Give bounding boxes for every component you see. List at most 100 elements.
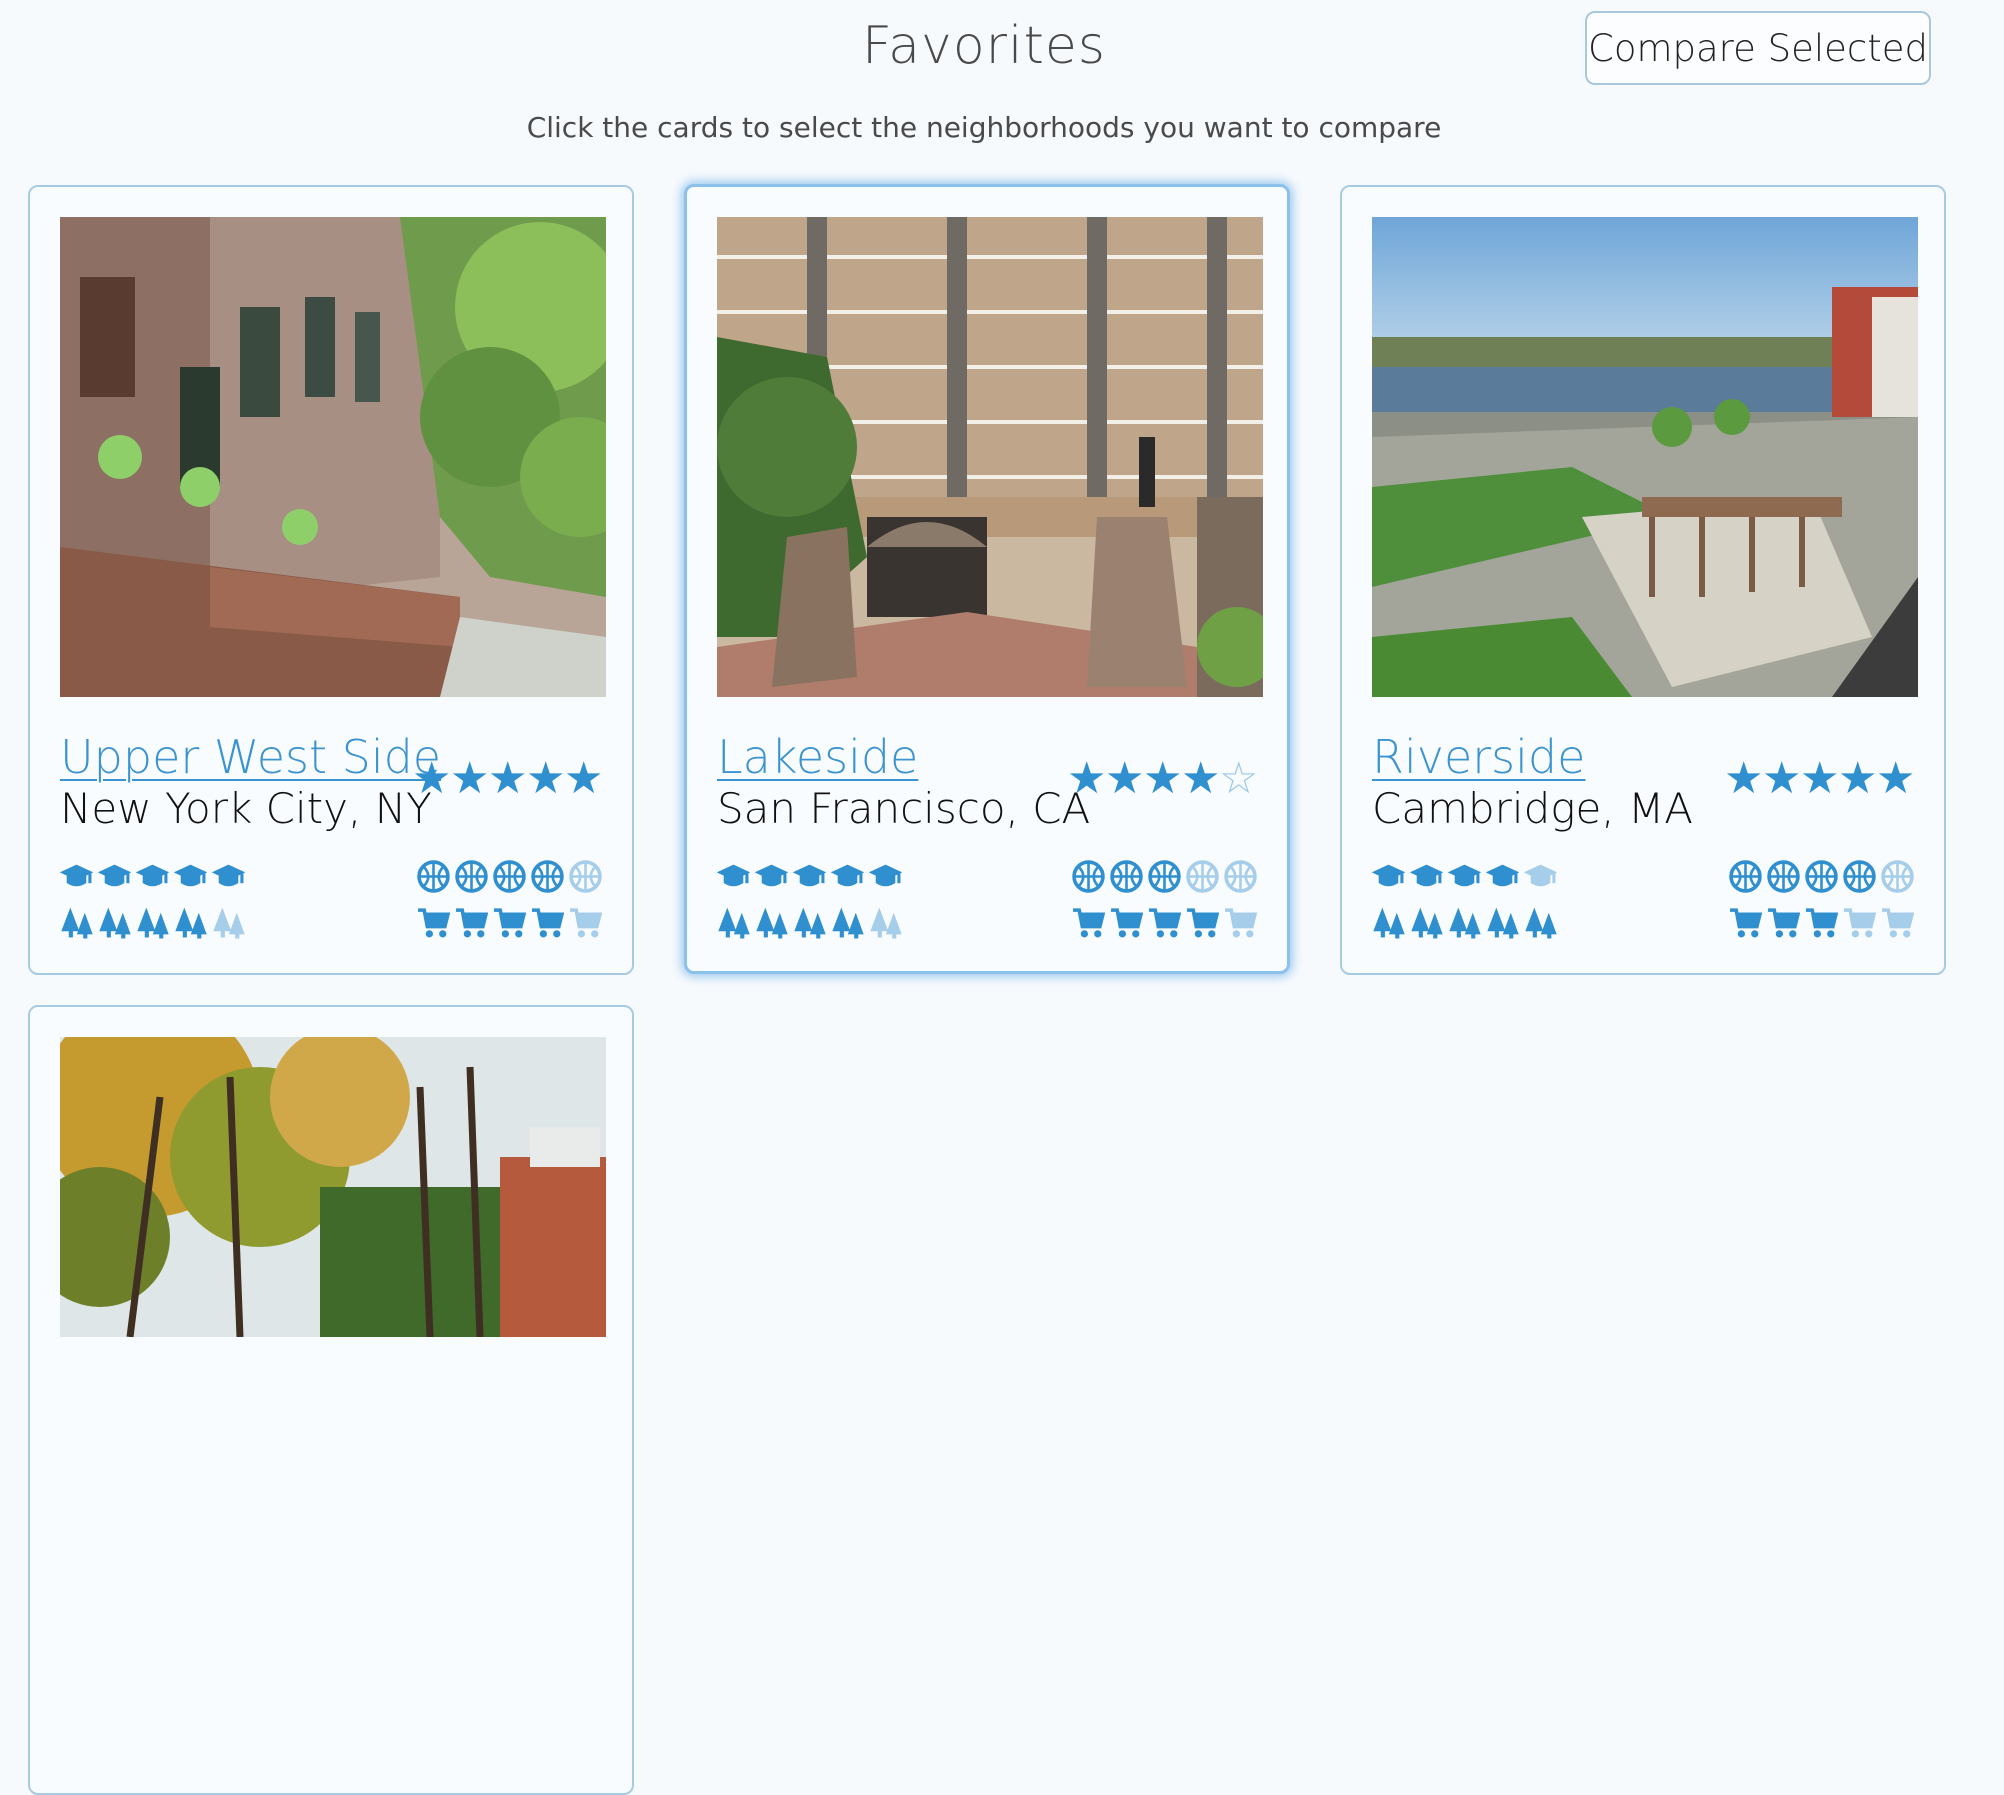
basketball-icon: [1110, 859, 1143, 893]
star-icon: ★: [1838, 753, 1878, 804]
basketball-icon: [1805, 859, 1838, 893]
graduation-cap-icon: [135, 860, 170, 893]
star-icon: ★: [1800, 753, 1840, 804]
tree-icon: [793, 906, 826, 939]
instructions-text: Click the cards to select the neighborho…: [526, 111, 1442, 144]
graduation-cap-icon: [97, 860, 132, 893]
star-icon: ★: [450, 753, 490, 804]
shopping-cart-icon: [569, 906, 603, 939]
shopping-rating: [1072, 905, 1258, 939]
graduation-cap-icon: [1409, 860, 1444, 893]
basketball-icon: [1148, 859, 1181, 893]
basketball-icon: [417, 859, 450, 893]
schools-rating: [1371, 859, 1558, 893]
neighborhood-city: San Francisco, CA: [717, 784, 1091, 833]
basketball-icon: [531, 859, 564, 893]
basketball-icon: [1729, 859, 1762, 893]
basketball-icon: [1843, 859, 1876, 893]
basketball-icon: [569, 859, 602, 893]
basketball-icon: [1767, 859, 1800, 893]
star-icon: ★: [564, 753, 604, 804]
shopping-cart-icon: [493, 906, 527, 939]
tree-icon: [755, 906, 788, 939]
compare-selected-button[interactable]: Compare Selected: [1585, 11, 1931, 85]
shopping-cart-icon: [1729, 906, 1763, 939]
graduation-cap-icon: [1447, 860, 1482, 893]
tree-icon: [1372, 906, 1405, 939]
shopping-cart-icon: [1805, 906, 1839, 939]
neighborhood-city: New York City, NY: [60, 784, 432, 833]
tree-icon: [1410, 906, 1443, 939]
shopping-cart-icon: [1881, 906, 1915, 939]
basketball-icon: [493, 859, 526, 893]
tree-icon: [1524, 906, 1557, 939]
neighborhood-city: Cambridge, MA: [1372, 784, 1693, 833]
tree-icon: [98, 906, 131, 939]
star-icon: ★: [1105, 753, 1145, 804]
tree-icon: [869, 906, 902, 939]
shopping-cart-icon: [1186, 906, 1220, 939]
graduation-cap-icon: [830, 860, 865, 893]
basketball-icon: [1186, 859, 1219, 893]
graduation-cap-icon: [716, 860, 751, 893]
neighborhood-card-riverside[interactable]: Riverside Cambridge, MA ★ ★ ★ ★ ★: [1340, 185, 1946, 975]
parks-rating: [717, 905, 902, 939]
graduation-cap-icon: [868, 860, 903, 893]
graduation-cap-icon: [173, 860, 208, 893]
star-icon: ★: [1181, 753, 1221, 804]
star-icon: ★: [1143, 753, 1183, 804]
basketball-icon: [1224, 859, 1257, 893]
schools-rating: [59, 859, 246, 893]
graduation-cap-icon: [1485, 860, 1520, 893]
neighborhood-photo: [60, 1037, 606, 1337]
shopping-cart-icon: [1224, 906, 1258, 939]
neighborhood-photo: [60, 217, 606, 697]
basketball-icon: [455, 859, 488, 893]
tree-icon: [136, 906, 169, 939]
star-icon: ★: [1762, 753, 1802, 804]
tree-icon: [174, 906, 207, 939]
tree-icon: [831, 906, 864, 939]
recreation-rating: [1072, 859, 1257, 893]
neighborhood-photo: [717, 217, 1263, 697]
star-icon: ★: [1067, 753, 1107, 804]
recreation-rating: [1729, 859, 1914, 893]
star-icon: ★: [1724, 753, 1764, 804]
graduation-cap-icon: [792, 860, 827, 893]
neighborhood-card-lakeside[interactable]: Lakeside San Francisco, CA ★ ★ ★ ★ ☆: [684, 184, 1290, 974]
star-icon: ★: [526, 753, 566, 804]
tree-icon: [1448, 906, 1481, 939]
neighborhood-photo: [1372, 217, 1918, 697]
star-icon: ★: [1876, 753, 1916, 804]
schools-rating: [716, 859, 903, 893]
star-rating: ★ ★ ★ ★ ★: [412, 753, 604, 804]
graduation-cap-icon: [211, 860, 246, 893]
tree-icon: [60, 906, 93, 939]
neighborhood-name-link[interactable]: Upper West Side: [60, 730, 441, 784]
neighborhood-card-4[interactable]: [28, 1005, 634, 1795]
graduation-cap-icon: [1371, 860, 1406, 893]
parks-rating: [1372, 905, 1557, 939]
shopping-rating: [1729, 905, 1915, 939]
basketball-icon: [1072, 859, 1105, 893]
shopping-cart-icon: [1767, 906, 1801, 939]
graduation-cap-icon: [1523, 860, 1558, 893]
graduation-cap-icon: [754, 860, 789, 893]
graduation-cap-icon: [59, 860, 94, 893]
shopping-cart-icon: [1148, 906, 1182, 939]
shopping-cart-icon: [1843, 906, 1877, 939]
neighborhood-name-link[interactable]: Lakeside: [717, 730, 918, 784]
neighborhood-name-link[interactable]: Riverside: [1372, 730, 1585, 784]
star-icon: ☆: [1219, 753, 1259, 804]
star-icon: ★: [488, 753, 528, 804]
parks-rating: [60, 905, 245, 939]
shopping-cart-icon: [417, 906, 451, 939]
tree-icon: [212, 906, 245, 939]
shopping-rating: [417, 905, 603, 939]
shopping-cart-icon: [1072, 906, 1106, 939]
basketball-icon: [1881, 859, 1914, 893]
neighborhood-card-upper-west-side[interactable]: Upper West Side New York City, NY ★ ★ ★ ★ ★: [28, 185, 634, 975]
tree-icon: [1486, 906, 1519, 939]
shopping-cart-icon: [531, 906, 565, 939]
recreation-rating: [417, 859, 602, 893]
